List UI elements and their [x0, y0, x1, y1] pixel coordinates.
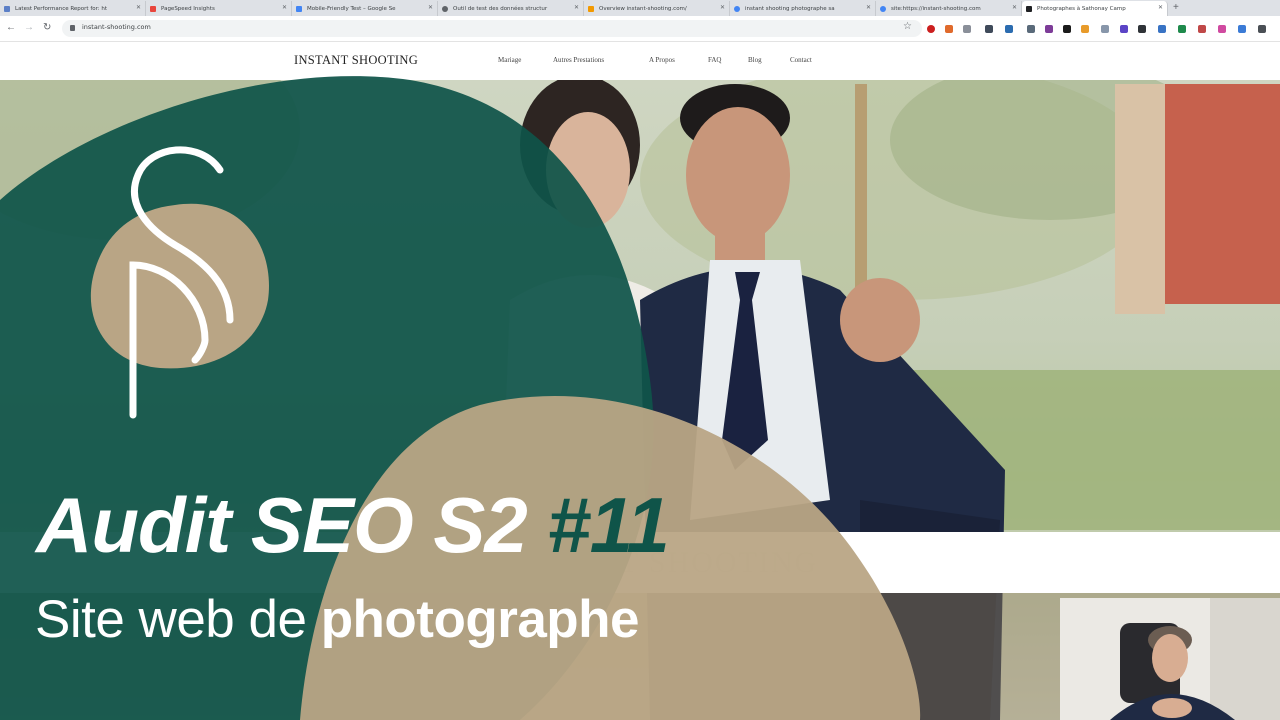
presenter-webcam-image	[1060, 598, 1280, 720]
browser-tab-bar: Latest Performance Report for: ht ✕ Page…	[0, 0, 1280, 16]
close-icon[interactable]: ✕	[136, 4, 141, 11]
close-icon[interactable]: ✕	[282, 4, 287, 11]
webcam-inset	[1060, 598, 1280, 720]
tab-label: Mobile-Friendly Test – Google Se	[307, 5, 396, 12]
video-title: Audit SEO S2 #11	[36, 480, 670, 571]
extension-icon[interactable]	[1158, 25, 1166, 33]
nav-link-mariage[interactable]: Mariage	[498, 56, 521, 64]
tab-favicon-icon	[1026, 5, 1032, 12]
extension-icon[interactable]	[1238, 25, 1246, 33]
extension-icon[interactable]	[1120, 25, 1128, 33]
browser-tab[interactable]: PageSpeed Insights ✕	[146, 1, 292, 16]
tab-label: PageSpeed Insights	[161, 5, 215, 12]
extension-icon[interactable]	[1045, 25, 1053, 33]
tab-favicon-icon	[880, 5, 886, 12]
extension-icon[interactable]	[1178, 25, 1186, 33]
close-icon[interactable]: ✕	[1012, 4, 1017, 11]
tab-label: Latest Performance Report for: ht	[15, 5, 108, 12]
extension-icon[interactable]	[1063, 25, 1071, 33]
bookmark-star-icon[interactable]: ☆	[903, 21, 912, 32]
close-icon[interactable]: ✕	[720, 4, 725, 11]
close-icon[interactable]: ✕	[1158, 4, 1163, 11]
browser-toolbar: ← → ↻ instant-shooting.com ☆	[0, 16, 1280, 42]
browser-tab[interactable]: Overview instant-shooting.com/ ✕	[584, 1, 730, 16]
reload-icon[interactable]: ↻	[43, 21, 51, 35]
extension-icon[interactable]	[1081, 25, 1089, 33]
tab-favicon-icon	[296, 5, 302, 12]
browser-tab[interactable]: instant shooting photographe sa ✕	[730, 1, 876, 16]
browser-tab[interactable]: site:https://instant-shooting.com ✕	[876, 1, 1022, 16]
subtitle-bold-text: photographe	[320, 590, 640, 649]
nav-link-faq[interactable]: FAQ	[708, 56, 721, 64]
new-tab-icon[interactable]: +	[1173, 0, 1179, 15]
extension-icon[interactable]	[927, 25, 935, 33]
extension-icon[interactable]	[1138, 25, 1146, 33]
close-icon[interactable]: ✕	[574, 4, 579, 11]
extension-icon[interactable]	[1101, 25, 1109, 33]
site-header: INSTANT SHOOTING Mariage Autres Prestati…	[0, 42, 1280, 80]
tab-favicon-icon	[442, 5, 448, 12]
browser-tab[interactable]: Outil de test des données structur ✕	[438, 1, 584, 16]
url-text: instant-shooting.com	[82, 23, 151, 31]
close-icon[interactable]: ✕	[428, 4, 433, 11]
tab-favicon-icon	[734, 5, 740, 12]
extension-icon[interactable]	[963, 25, 971, 33]
extension-icon[interactable]	[1027, 25, 1035, 33]
extension-icon[interactable]	[1005, 25, 1013, 33]
close-icon[interactable]: ✕	[866, 4, 871, 11]
extension-icon[interactable]	[1258, 25, 1266, 33]
tab-favicon-icon	[4, 5, 10, 12]
extension-icon[interactable]	[1218, 25, 1226, 33]
video-subtitle: Site web de photographe	[35, 589, 640, 650]
extension-icon[interactable]	[1198, 25, 1206, 33]
tab-favicon-icon	[588, 5, 594, 12]
extension-icon[interactable]	[945, 25, 953, 33]
tab-label: instant shooting photographe sa	[745, 5, 835, 12]
tab-label: Outil de test des données structur	[453, 5, 548, 12]
nav-link-blog[interactable]: Blog	[748, 56, 762, 64]
browser-tab[interactable]: Mobile-Friendly Test – Google Se ✕	[292, 1, 438, 16]
nav-link-a-propos[interactable]: A Propos	[649, 56, 675, 64]
site-logo[interactable]: INSTANT SHOOTING	[294, 53, 418, 68]
lock-icon	[70, 25, 75, 31]
tab-label: Overview instant-shooting.com/	[599, 5, 687, 12]
tab-label: Photographes à Sathonay Camp	[1037, 5, 1126, 12]
browser-tab-active[interactable]: Photographes à Sathonay Camp ✕	[1022, 1, 1168, 16]
extension-icon[interactable]	[985, 25, 993, 33]
address-bar[interactable]: instant-shooting.com ☆	[62, 20, 922, 37]
tab-label: site:https://instant-shooting.com	[891, 5, 981, 12]
episode-number: #11	[547, 481, 669, 569]
browser-tab[interactable]: Latest Performance Report for: ht ✕	[0, 1, 146, 16]
nav-link-contact[interactable]: Contact	[790, 56, 812, 64]
tab-favicon-icon	[150, 5, 156, 12]
forward-arrow-icon[interactable]: →	[24, 21, 34, 35]
nav-link-autres-prestations[interactable]: Autres Prestations	[553, 56, 604, 64]
subtitle-regular-text: Site web de	[35, 590, 321, 649]
title-main-text: Audit SEO S2	[36, 481, 548, 569]
back-arrow-icon[interactable]: ←	[6, 21, 16, 35]
